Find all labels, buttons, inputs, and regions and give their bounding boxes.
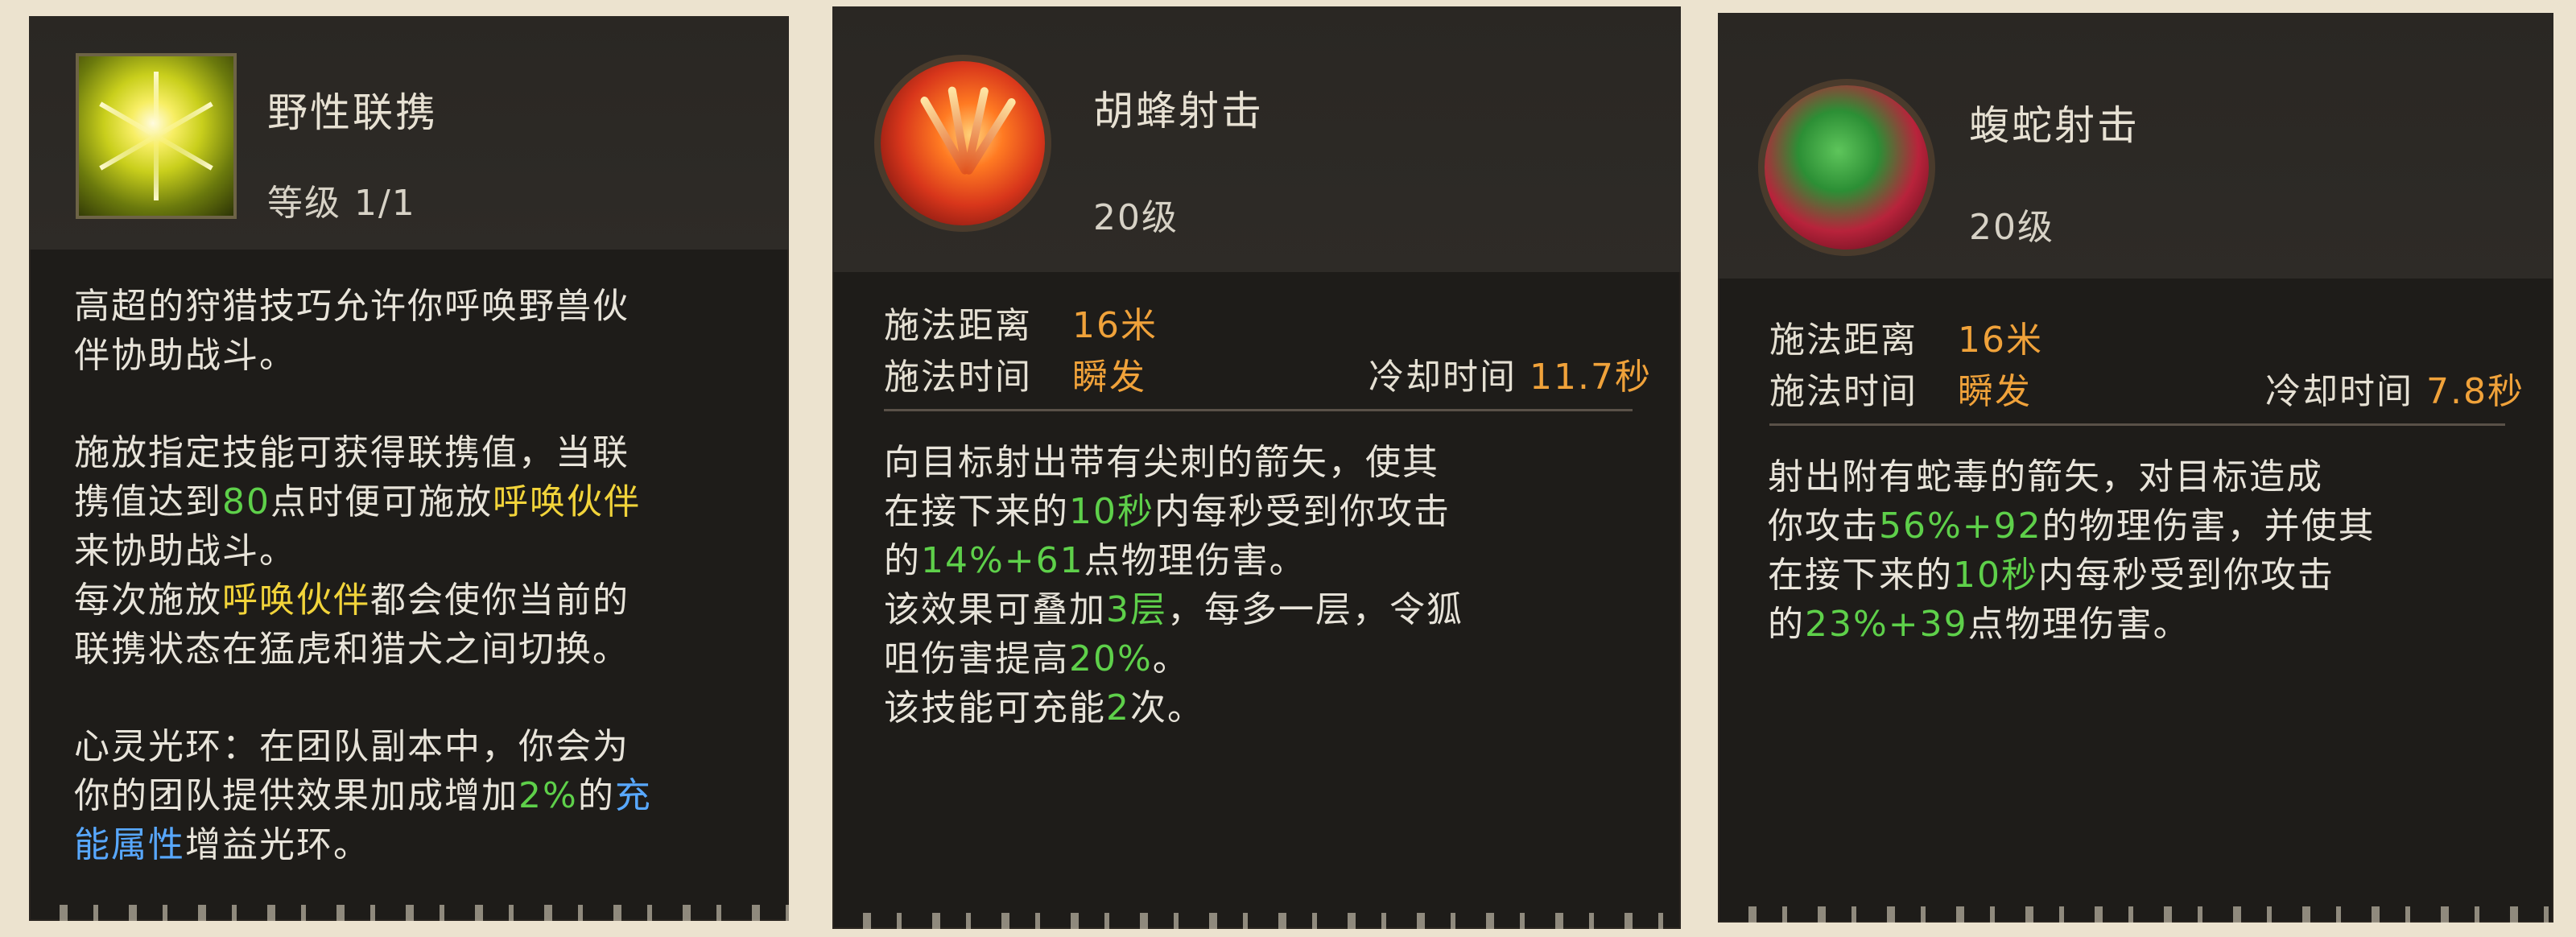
skill-card-wasp-shot: 胡蜂射击 20级 施法距离 16米 施法时间 瞬发 冷却时间 11.7秒 向目标射出…: [832, 6, 1681, 929]
skill-card-header: 野性联携 等级 1/1: [29, 16, 789, 250]
description-line: 在接下来的10秒内每秒受到你攻击: [1768, 555, 2334, 596]
description-line: 心灵光环：在团队副本中，你会为: [74, 726, 630, 767]
cast-time-label: 施法时间: [1769, 371, 1918, 412]
green-serpent-icon: [1758, 79, 1935, 256]
cast-time-label: 施法时间: [884, 357, 1032, 398]
description-line: 联携状态在猛虎和猎犬之间切换。: [74, 629, 630, 670]
cast-range-value: 16米: [1072, 305, 1158, 346]
cast-range-label: 施法距离: [884, 305, 1032, 346]
description-line: 的14%+61点物理伤害。: [884, 540, 1307, 581]
description-line: 该技能可充能2次。: [884, 687, 1204, 729]
cast-time-row: 施法时间 瞬发: [1769, 362, 2032, 414]
skill-stats: 施法距离 16米 施法时间 瞬发 冷却时间 7.8秒: [1769, 311, 2524, 415]
highlight-skill: 呼唤伙伴: [222, 580, 370, 621]
skill-card-header: 蝮蛇射击 20级: [1718, 13, 2553, 279]
highlight-skill: 呼唤伙伴: [493, 481, 641, 522]
description-line: 射出附有蛇毒的箭矢，对目标造成: [1768, 456, 2323, 497]
skill-stats: 施法距离 16米 施法时间 瞬发 冷却时间 11.7秒: [884, 296, 1652, 401]
description-line: 伴协助战斗。: [74, 335, 296, 376]
skill-name: 蝮蛇射击: [1969, 102, 2140, 149]
skill-level: 20级: [1093, 197, 1179, 238]
cast-range-row: 施法距离 16米: [1769, 311, 2043, 362]
description-line: 来协助战斗。: [74, 530, 296, 572]
cast-time-value: 瞬发: [1958, 371, 2032, 412]
skill-name: 野性联携: [267, 89, 438, 136]
cast-range-row: 施法距离 16米: [884, 296, 1158, 348]
description-line: 高超的狩猎技巧允许你呼唤野兽伙: [74, 286, 630, 327]
skill-level: 等级 1/1: [267, 183, 416, 224]
cooldown-row: 冷却时间 11.7秒: [1368, 348, 1652, 399]
description-line: 你攻击56%+92的物理伤害，并使其: [1768, 506, 2376, 547]
description-line: 向目标射出带有尖刺的箭矢，使其: [884, 442, 1439, 483]
skill-name: 胡蜂射击: [1093, 88, 1264, 134]
highlight-stat: 能属性: [74, 824, 185, 865]
cooldown-label: 冷却时间: [1368, 357, 1517, 398]
divider: [884, 409, 1633, 411]
skill-card-header: 胡蜂射击 20级: [832, 6, 1681, 272]
skill-card-wild-link: 野性联携 等级 1/1 高超的狩猎技巧允许你呼唤野兽伙 伴协助战斗。 施放指定技…: [29, 16, 789, 921]
description-line: 的23%+39点物理伤害。: [1768, 604, 2190, 645]
skill-description: 射出附有蛇毒的箭矢，对目标造成 你攻击56%+92的物理伤害，并使其 在接下来的…: [1768, 452, 2533, 649]
skill-description: 高超的狩猎技巧允许你呼唤野兽伙 伴协助战斗。 施放指定技能可获得联携值，当联 携…: [74, 282, 766, 918]
skill-description: 向目标射出带有尖刺的箭矢，使其 在接下来的10秒内每秒受到你攻击 的14%+61…: [884, 438, 1657, 733]
description-line: 携值达到80点时便可施放呼唤伙伴: [74, 481, 641, 522]
cooldown-value: 11.7秒: [1530, 357, 1652, 398]
description-line: 咀伤害提高20%。: [884, 638, 1190, 679]
cooldown-row: 冷却时间 7.8秒: [2265, 362, 2524, 414]
description-line: 你的团队提供效果加成增加2%的充: [74, 775, 652, 816]
highlight-stat: 充: [614, 775, 652, 816]
highlight-number: 80: [222, 481, 270, 522]
skill-card-serpent-shot: 蝮蛇射击 20级 施法距离 16米 施法时间 瞬发 冷却时间 7.8秒 射出附有蛇毒…: [1718, 13, 2553, 923]
cast-range-label: 施法距离: [1769, 320, 1918, 361]
cast-range-value: 16米: [1958, 320, 2043, 361]
description-line: 在接下来的10秒内每秒受到你攻击: [884, 491, 1451, 532]
divider: [1769, 423, 2505, 426]
cooldown-label: 冷却时间: [2265, 371, 2414, 412]
red-claw-icon: [874, 55, 1051, 232]
cast-time-value: 瞬发: [1072, 357, 1146, 398]
cooldown-value: 7.8秒: [2426, 371, 2524, 412]
yellow-burst-icon: [76, 53, 237, 219]
description-line: 施放指定技能可获得联携值，当联: [74, 432, 630, 473]
description-line: 能属性增益光环。: [74, 824, 370, 865]
cast-time-row: 施法时间 瞬发: [884, 348, 1146, 399]
description-line: 每次施放呼唤伙伴都会使你当前的: [74, 580, 630, 621]
description-line: 该效果可叠加3层，每多一层，令狐: [884, 589, 1463, 630]
skill-level: 20级: [1969, 207, 2054, 248]
highlight-number: 2%: [518, 775, 578, 816]
